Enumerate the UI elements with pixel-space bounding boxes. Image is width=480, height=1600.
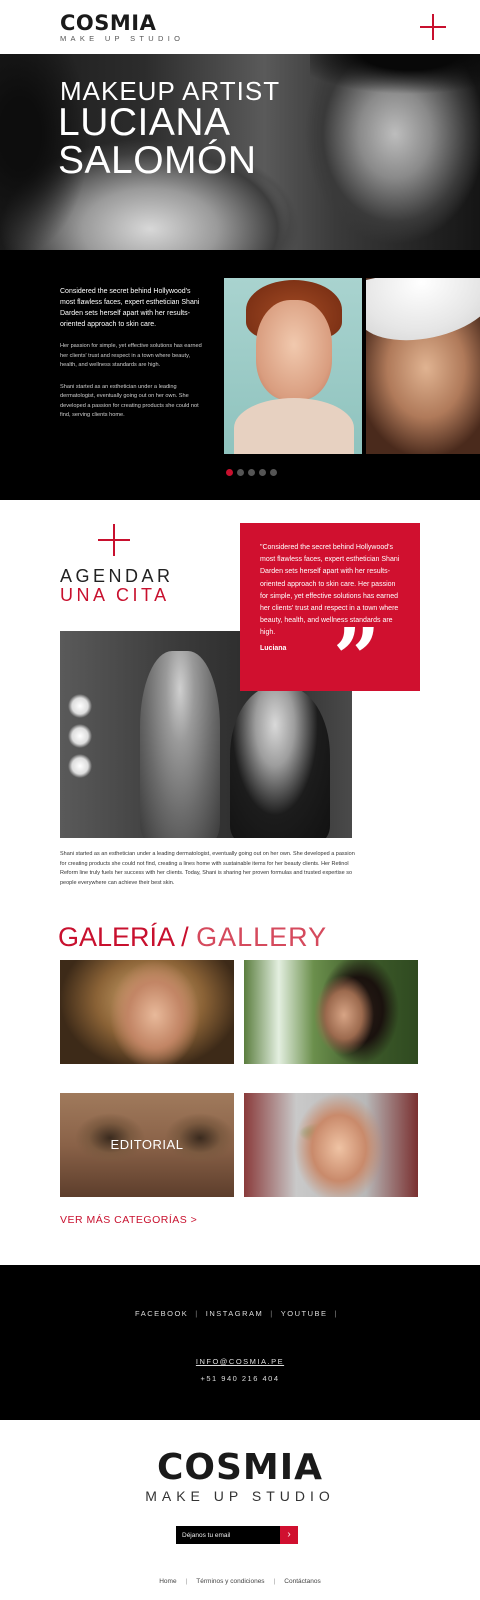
- hero-photo-shade: [310, 54, 480, 114]
- quote-mark-icon: ”: [333, 611, 381, 707]
- social-links: FACEBOOK | INSTAGRAM | YOUTUBE |: [0, 1309, 480, 1318]
- social-separator: |: [270, 1309, 274, 1318]
- about-paragraph: Her passion for simple, yet effective so…: [60, 343, 202, 368]
- gallery-tile-editorial[interactable]: EDITORIAL: [60, 1093, 234, 1197]
- carousel-dot[interactable]: [270, 469, 277, 476]
- instagram-link[interactable]: INSTAGRAM: [206, 1309, 264, 1318]
- footer-link-home[interactable]: Home: [159, 1578, 176, 1585]
- page: COSMIA MAKE UP STUDIO MAKEUP ARTIST LUCI…: [0, 0, 480, 1600]
- logo-subtitle: MAKE UP STUDIO: [60, 34, 185, 43]
- about-section: Considered the secret behind Hollywood's…: [0, 250, 480, 500]
- footer-logo-wordmark: COSMIA: [156, 1447, 324, 1488]
- gallery-tile-label: EDITORIAL: [110, 1137, 184, 1152]
- gallery-title: GALERÍA / GALLERY: [58, 922, 327, 952]
- footer-nav-separator: |: [273, 1578, 276, 1585]
- gallery-title-en: GALLERY: [196, 922, 328, 952]
- carousel-photo-portrait[interactable]: [224, 278, 362, 454]
- footer-logo[interactable]: COSMIA MAKE UP STUDIO: [0, 1449, 480, 1505]
- email-link[interactable]: INFO@COSMIA.PE: [0, 1357, 480, 1366]
- booking-caption: Shani started as an esthetician under a …: [60, 851, 355, 886]
- youtube-link[interactable]: YOUTUBE: [281, 1309, 328, 1318]
- hero-title: LUCIANA SALOMÓN: [58, 101, 257, 182]
- newsletter-form: ›: [176, 1526, 298, 1544]
- newsletter-email-input[interactable]: [176, 1526, 280, 1544]
- about-text: Considered the secret behind Hollywood's…: [60, 286, 205, 433]
- footer-nav-separator: |: [185, 1578, 188, 1585]
- hero-title-line2: SALOMÓN: [58, 139, 257, 182]
- site-header: COSMIA MAKE UP STUDIO: [0, 0, 480, 54]
- chevron-right-icon: ›: [287, 1529, 291, 1540]
- carousel-dot[interactable]: [226, 469, 233, 476]
- gallery-title-es: GALERÍA: [58, 922, 174, 952]
- booking-title-line1: AGENDAR: [60, 566, 174, 586]
- contact-section: FACEBOOK | INSTAGRAM | YOUTUBE | INFO@COSMIA.…: [0, 1265, 480, 1420]
- hero-banner: MAKEUP ARTIST LUCIANA SALOMÓN: [0, 54, 480, 250]
- plus-cross-icon: [98, 524, 130, 556]
- menu-button[interactable]: [420, 14, 446, 40]
- carousel-dots: [226, 469, 277, 476]
- footer-logo-subtitle: MAKE UP STUDIO: [145, 1488, 335, 1504]
- footer-link-contact[interactable]: Contáctanos: [284, 1578, 321, 1585]
- carousel-dot[interactable]: [237, 469, 244, 476]
- social-separator: |: [195, 1309, 199, 1318]
- booking-title-line2: UNA CITA: [60, 585, 170, 605]
- about-paragraph: Shani started as an esthetician under a …: [60, 383, 199, 419]
- gallery-tile[interactable]: [244, 1093, 418, 1197]
- testimonial-quote: "Considered the secret behind Hollywood'…: [240, 523, 420, 700]
- footer-link-terms[interactable]: Términos y condiciones: [196, 1578, 264, 1585]
- logo-wordmark: COSMIA: [60, 11, 157, 35]
- footer-nav: Home | Términos y condiciones | Contáctanos: [0, 1578, 480, 1585]
- facebook-link[interactable]: FACEBOOK: [135, 1309, 188, 1318]
- social-separator: |: [334, 1309, 338, 1318]
- newsletter-submit-button[interactable]: ›: [280, 1526, 298, 1544]
- phone-number: +51 940 216 404: [200, 1374, 280, 1383]
- carousel-dot[interactable]: [248, 469, 255, 476]
- gallery-title-slash: /: [181, 922, 189, 952]
- gallery-tile[interactable]: [60, 960, 234, 1064]
- carousel-dot[interactable]: [259, 469, 266, 476]
- gallery-tile[interactable]: [244, 960, 418, 1064]
- about-intro: Considered the secret behind Hollywood's…: [60, 288, 200, 328]
- hero-title-line1: LUCIANA: [58, 101, 231, 144]
- more-categories-link[interactable]: VER MÁS CATEGORÍAS >: [60, 1214, 197, 1226]
- logo[interactable]: COSMIA MAKE UP STUDIO: [60, 12, 184, 43]
- carousel-photo-closeup[interactable]: [366, 278, 480, 454]
